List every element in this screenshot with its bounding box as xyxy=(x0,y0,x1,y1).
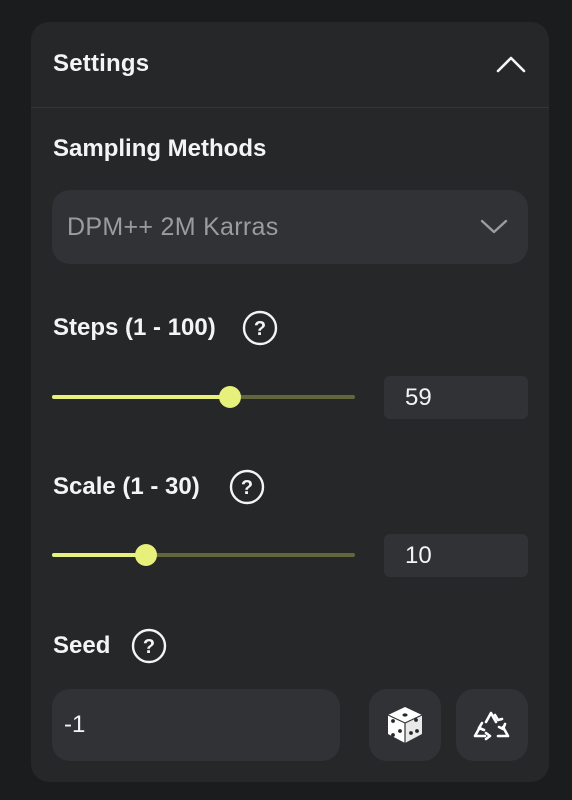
scale-slider[interactable] xyxy=(52,543,355,567)
steps-slider[interactable] xyxy=(52,385,355,409)
dice-icon xyxy=(387,707,423,743)
seed-input[interactable]: -1 xyxy=(52,689,340,761)
scale-slider-fill xyxy=(52,553,146,557)
steps-label: Steps (1 - 100) xyxy=(53,314,216,341)
chevron-down-icon xyxy=(480,219,508,234)
chevron-up-icon xyxy=(496,56,526,73)
sampling-method-select[interactable]: DPM++ 2M Karras xyxy=(52,190,528,264)
scale-label: Scale (1 - 30) xyxy=(53,473,200,500)
scale-slider-thumb[interactable] xyxy=(135,544,157,566)
steps-slider-thumb[interactable] xyxy=(219,386,241,408)
settings-panel: Settings Sampling Methods DPM++ 2M Karra… xyxy=(31,22,549,782)
sampling-methods-label: Sampling Methods xyxy=(53,135,267,162)
scale-help-icon[interactable]: ? xyxy=(229,469,265,505)
seed-help-icon[interactable]: ? xyxy=(131,628,167,664)
settings-title: Settings xyxy=(53,50,150,77)
steps-slider-fill xyxy=(52,395,230,399)
svg-text:?: ? xyxy=(241,477,253,499)
steps-help-icon[interactable]: ? xyxy=(242,310,278,346)
steps-value-input[interactable]: 59 xyxy=(384,376,528,419)
svg-text:?: ? xyxy=(254,318,266,340)
random-seed-button[interactable] xyxy=(369,689,441,761)
svg-text:?: ? xyxy=(143,636,155,658)
reuse-seed-button[interactable] xyxy=(456,689,528,761)
settings-header[interactable]: Settings xyxy=(31,22,549,108)
collapse-button[interactable] xyxy=(495,52,527,76)
scale-value-input[interactable]: 10 xyxy=(384,534,528,577)
recycle-icon xyxy=(473,711,510,741)
sampling-method-value: DPM++ 2M Karras xyxy=(67,213,279,241)
seed-label: Seed xyxy=(53,632,111,659)
